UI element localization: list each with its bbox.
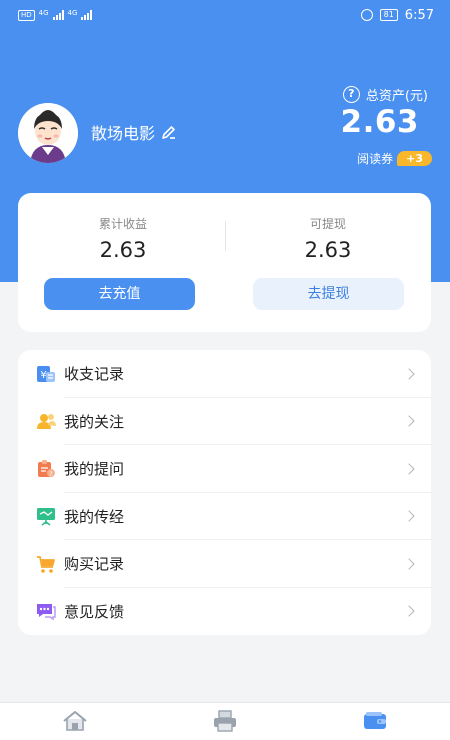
stat-divider	[225, 221, 226, 251]
username-row[interactable]: 散场电影	[91, 120, 177, 144]
reading-coupon[interactable]: 阅读券 +3	[357, 150, 432, 167]
total-assets-label-row: ? 总资产(元)	[342, 85, 428, 104]
coupon-label: 阅读券	[357, 152, 394, 166]
printer-icon[interactable]	[212, 709, 238, 733]
menu-item-purchase-records[interactable]: 购买记录	[18, 540, 431, 588]
avatar[interactable]	[18, 103, 78, 163]
alarm-icon	[360, 9, 373, 21]
cumulative-earnings: 累计收益 2.63	[28, 215, 218, 262]
menu-item-my-teachings[interactable]: 我的传经	[18, 493, 431, 540]
username: 散场电影	[91, 124, 156, 143]
total-assets-value: 2.63	[340, 104, 419, 140]
withdraw-button[interactable]: 去提现	[253, 278, 404, 310]
signal-icon-2	[81, 10, 93, 20]
menu-item-income-expense[interactable]: ¥ 收支记录	[18, 350, 431, 398]
follow-users-icon	[37, 414, 56, 430]
clock: 6:57	[404, 7, 434, 23]
presentation-icon	[37, 508, 55, 526]
feedback-chat-icon	[37, 604, 56, 621]
question-clipboard-icon: ?	[38, 459, 55, 478]
withdrawable-label: 可提现	[309, 217, 346, 231]
wallet-record-icon: ¥	[37, 365, 55, 382]
hd-indicator: HD	[18, 9, 35, 21]
menu-label: 意见反馈	[64, 602, 125, 621]
battery-icon: 81	[379, 9, 398, 21]
status-bar: HD 4G 4G 81 6:57	[0, 0, 450, 30]
chevron-right-icon	[403, 368, 415, 380]
menu-label: 购买记录	[64, 555, 125, 574]
menu-item-my-follows[interactable]: 我的关注	[18, 398, 431, 445]
svg-text:?: ?	[49, 471, 52, 478]
status-left: HD 4G 4G	[18, 8, 93, 21]
chevron-right-icon	[403, 463, 415, 475]
menu-label: 我的关注	[64, 412, 125, 431]
help-question-icon[interactable]: ?	[342, 86, 360, 103]
menu-label: 我的传经	[64, 507, 125, 526]
recharge-button[interactable]: 去充值	[44, 278, 195, 310]
earnings-card: 累计收益 2.63 可提现 2.63 去充值 去提现	[18, 193, 431, 332]
cumulative-label: 累计收益	[98, 217, 147, 231]
home-icon[interactable]	[62, 709, 88, 733]
menu-list: ¥ 收支记录 我的关注 ? 我的提问 我的传经 购买记录 意见反馈	[18, 350, 431, 635]
signal-icon	[52, 10, 64, 20]
menu-label: 我的提问	[64, 460, 125, 479]
avatar-cartoon-icon	[18, 103, 78, 163]
svg-text:¥: ¥	[40, 370, 46, 381]
cumulative-value: 2.63	[99, 238, 147, 262]
network-type-2: 4G	[67, 8, 78, 17]
network-type-1: 4G	[38, 8, 49, 17]
menu-item-my-questions[interactable]: ? 我的提问	[18, 445, 431, 493]
bottom-nav	[0, 702, 450, 740]
withdrawable-amount: 可提现 2.63	[233, 215, 423, 262]
withdrawable-value: 2.63	[304, 238, 352, 262]
total-assets-label: 总资产(元)	[365, 89, 428, 104]
chevron-right-icon	[403, 605, 415, 617]
status-right: 81 6:57	[360, 7, 434, 23]
chevron-right-icon	[403, 558, 415, 570]
menu-item-feedback[interactable]: 意见反馈	[18, 588, 431, 636]
edit-pencil-icon[interactable]	[161, 124, 177, 140]
shopping-cart-icon	[37, 555, 55, 573]
chevron-right-icon	[403, 510, 415, 522]
coupon-badge: +3	[397, 151, 432, 166]
menu-label: 收支记录	[64, 365, 125, 384]
wallet-icon[interactable]	[362, 709, 388, 733]
chevron-right-icon	[403, 415, 415, 427]
